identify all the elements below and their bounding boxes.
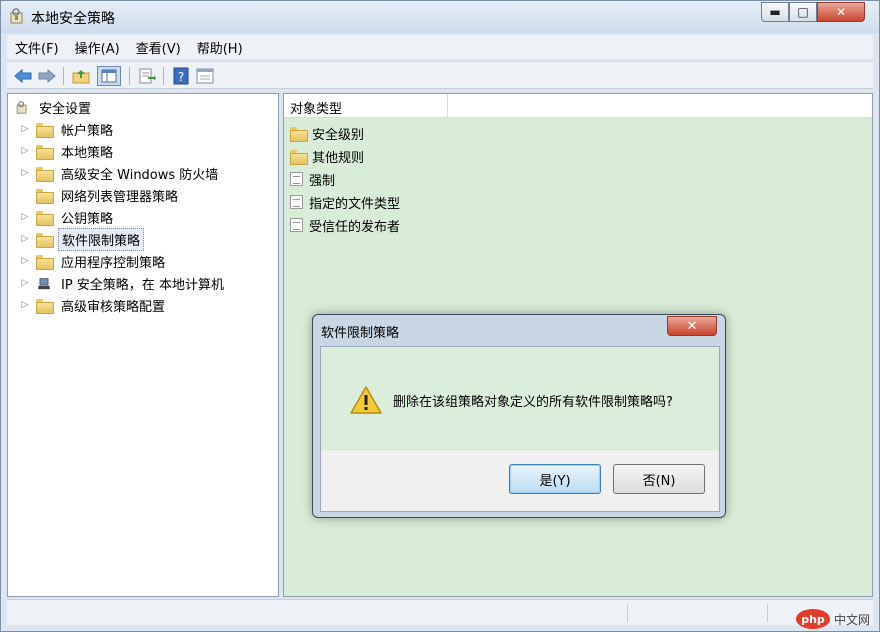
expand-arrow-icon[interactable]: ▷ [20,124,30,134]
tree-item-account-policy[interactable]: ▷ 帐户策略 [20,118,116,140]
policy-doc-icon [290,172,303,186]
menu-bar: 文件(F) 操作(A) 查看(V) 帮助(H) [7,35,873,59]
tree-item-local-policy[interactable]: ▷ 本地策略 [20,140,116,162]
dialog-footer: 是(Y) 否(N) [321,449,719,511]
up-folder-icon [72,70,90,84]
minimize-icon: ▬ [769,5,781,19]
tree-item-software-restriction[interactable]: ▷ 软件限制策略 [20,227,145,251]
tree-root-label: 安全设置 [39,101,92,117]
watermark: php 中文网 [796,606,880,632]
forward-arrow-icon [38,69,56,83]
tree-item-ip-security[interactable]: ▷ IP 安全策略，在 本地计算机 [20,272,227,294]
toolbar: ? [7,61,873,89]
confirm-dialog: 软件限制策略 ✕ 删除在该组策略对象定义的所有软件限制策略吗? 是(Y) 否(N… [312,314,726,518]
dialog-close-button[interactable]: ✕ [667,316,717,336]
folder-icon [290,126,308,142]
expand-arrow-icon[interactable]: ▷ [20,234,30,244]
tree-root[interactable]: 安全设置 [14,96,94,118]
show-hide-tree-icon [101,69,117,83]
folder-icon [36,232,54,248]
maximize-button[interactable]: □ [789,2,817,22]
security-settings-icon [14,100,30,114]
expand-arrow-icon[interactable]: ▷ [20,212,30,222]
menu-file[interactable]: 文件(F) [7,38,67,57]
window-title: 本地安全策略 [31,11,115,27]
menu-action[interactable]: 操作(A) [67,38,128,57]
help-button[interactable]: ? [171,66,191,86]
menu-help[interactable]: 帮助(H) [189,38,251,57]
folder-icon [290,149,308,165]
back-arrow-icon [14,69,32,83]
dialog-message: 删除在该组策略对象定义的所有软件限制策略吗? [393,395,673,410]
folder-icon [36,166,54,182]
list-item-enforcement[interactable]: 强制 [290,168,335,190]
show-hide-tree-button[interactable] [97,66,121,86]
svg-text:?: ? [178,70,184,84]
security-policy-icon [10,8,23,24]
expand-arrow-icon[interactable]: ▷ [20,256,30,266]
watermark-text: 中文网 [834,612,871,627]
close-icon: ✕ [686,318,698,334]
column-header-row: 对象类型 [284,94,872,118]
folder-icon [36,188,54,204]
minimize-button[interactable]: ▬ [761,2,789,22]
folder-icon [36,122,54,138]
up-level-button[interactable] [71,66,91,86]
network-computer-icon [36,276,52,290]
list-item-other-rules[interactable]: 其他规则 [290,145,364,167]
tree-item-advanced-audit[interactable]: ▷ 高级审核策略配置 [20,294,168,316]
expand-arrow-icon[interactable]: ▷ [20,168,30,178]
warning-icon [350,386,382,414]
list-item-trusted-publishers[interactable]: 受信任的发布者 [290,214,400,236]
expand-arrow-icon[interactable]: ▷ [20,146,30,156]
dialog-title: 软件限制策略 [321,326,400,341]
expand-arrow-icon[interactable]: ▷ [20,278,30,288]
maximize-icon: □ [797,5,809,19]
close-icon: ✕ [835,5,847,19]
tree-item-public-key[interactable]: ▷ 公钥策略 [20,206,116,228]
folder-icon [36,298,54,314]
status-bar [7,599,873,625]
menu-view[interactable]: 查看(V) [128,38,189,57]
forward-button[interactable] [37,66,57,86]
title-bar[interactable]: 本地安全策略 ▬ □ ✕ [1,1,879,33]
list-item-file-types[interactable]: 指定的文件类型 [290,191,400,213]
folder-icon [36,254,54,270]
close-button[interactable]: ✕ [817,2,865,22]
tree-pane[interactable]: 安全设置 ▷ 帐户策略 ▷ 本地策略 ▷ 高级安全 Windows 防火墙 网络… [7,93,279,597]
folder-icon [36,144,54,160]
policy-doc-icon [290,195,303,209]
tree-item-firewall[interactable]: ▷ 高级安全 Windows 防火墙 [20,162,221,184]
policy-doc-icon [290,218,303,232]
properties-button[interactable] [195,66,215,86]
php-logo: php [796,609,830,629]
tree-item-app-control[interactable]: ▷ 应用程序控制策略 [20,250,168,272]
yes-button[interactable]: 是(Y) [509,464,601,494]
list-item-security-levels[interactable]: 安全级别 [290,122,364,144]
no-button[interactable]: 否(N) [613,464,705,494]
export-list-icon [139,68,156,84]
properties-icon [196,68,214,84]
export-list-button[interactable] [137,66,157,86]
column-header-object-type[interactable]: 对象类型 [284,94,448,118]
dialog-content: 删除在该组策略对象定义的所有软件限制策略吗? [321,347,719,449]
tree-item-network-list[interactable]: 网络列表管理器策略 [36,184,181,206]
back-button[interactable] [13,66,33,86]
help-icon: ? [173,67,189,85]
dialog-body: 删除在该组策略对象定义的所有软件限制策略吗? 是(Y) 否(N) [320,346,720,512]
folder-icon [36,210,54,226]
expand-arrow-icon[interactable]: ▷ [20,300,30,310]
